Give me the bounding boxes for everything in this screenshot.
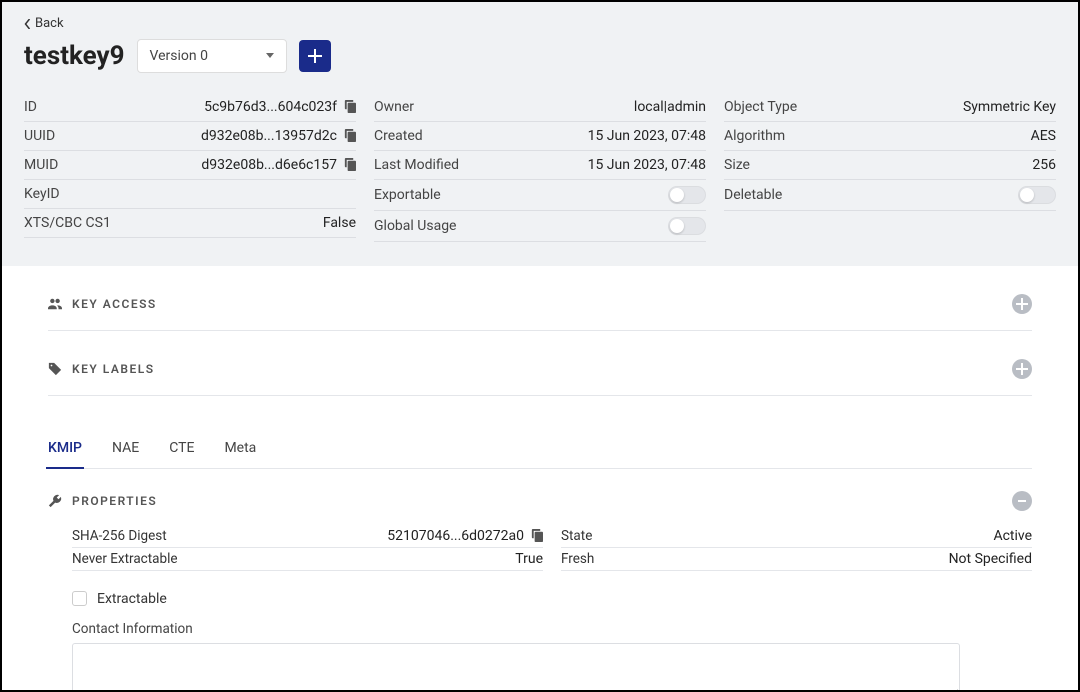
info-row: Object Type Symmetric Key (724, 93, 1056, 122)
toggle-switch[interactable] (1018, 186, 1056, 204)
info-row: Created 15 Jun 2023, 07:48 (374, 122, 706, 151)
copy-icon[interactable] (530, 529, 543, 542)
plus-icon (1016, 363, 1028, 375)
properties-col-1: SHA-256 Digest 52107046...6d0272a0 Never E… (72, 525, 543, 571)
plus-icon (308, 49, 322, 63)
property-label: State (561, 528, 592, 544)
users-icon (48, 297, 62, 311)
property-label: SHA-256 Digest (72, 528, 167, 544)
properties-title: PROPERTIES (72, 494, 157, 508)
wrench-icon (48, 494, 62, 508)
add-version-button[interactable] (299, 40, 331, 72)
info-value (668, 186, 706, 204)
tabs: KMIP NAE CTE Meta (48, 434, 1032, 469)
info-row: XTS/CBC CS1 False (24, 209, 356, 238)
info-label: Object Type (724, 99, 797, 115)
info-value: False (323, 215, 356, 231)
key-labels-section: KEY LABELS (48, 331, 1032, 396)
info-label: Created (374, 128, 423, 144)
info-row: MUID d932e08b...d6e6c157 (24, 151, 356, 180)
key-access-section: KEY ACCESS (48, 266, 1032, 331)
info-label: Size (724, 157, 750, 173)
info-row: Size 256 (724, 151, 1056, 180)
info-label: UUID (24, 128, 55, 144)
info-grid: ID 5c9b76d3...604c023f UUID d932e08b...1395… (2, 93, 1078, 266)
minus-icon (1016, 495, 1028, 507)
info-col-1: ID 5c9b76d3...604c023f UUID d932e08b...1395… (24, 93, 356, 242)
key-access-title: KEY ACCESS (72, 297, 157, 311)
extractable-label: Extractable (97, 591, 167, 607)
info-row: Global Usage (374, 211, 706, 242)
property-label: Never Extractable (72, 551, 178, 567)
info-row: UUID d932e08b...13957d2c (24, 122, 356, 151)
info-label: Exportable (374, 187, 441, 203)
info-row: Owner local|admin (374, 93, 706, 122)
info-row: ID 5c9b76d3...604c023f (24, 93, 356, 122)
info-value: local|admin (634, 99, 706, 115)
info-label: Last Modified (374, 157, 459, 173)
info-label: Algorithm (724, 128, 785, 144)
info-value: Symmetric Key (963, 99, 1056, 115)
info-value: AES (1031, 128, 1056, 144)
info-label: KeyID (24, 186, 60, 202)
add-key-access-button[interactable] (1012, 294, 1032, 314)
info-row: Last Modified 15 Jun 2023, 07:48 (374, 151, 706, 180)
info-col-3: Object Type Symmetric Key Algorithm AES Size… (724, 93, 1056, 242)
add-key-label-button[interactable] (1012, 359, 1032, 379)
caret-down-icon (266, 53, 274, 58)
copy-icon[interactable] (343, 100, 356, 113)
plus-icon (1016, 298, 1028, 310)
info-label: ID (24, 99, 37, 115)
contact-info-label: Contact Information (72, 621, 1032, 637)
info-row: Deletable (724, 180, 1056, 211)
property-row: Never Extractable True (72, 548, 543, 571)
info-value: 15 Jun 2023, 07:48 (588, 157, 706, 173)
contact-info-input[interactable] (72, 643, 960, 692)
property-value: True (515, 551, 543, 567)
info-label: MUID (24, 157, 58, 173)
version-select[interactable]: Version 0 (137, 39, 287, 73)
key-labels-title: KEY LABELS (72, 362, 155, 376)
info-row: KeyID (24, 180, 356, 209)
toggle-switch[interactable] (668, 217, 706, 235)
property-row: SHA-256 Digest 52107046...6d0272a0 (72, 525, 543, 548)
info-row: Algorithm AES (724, 122, 1056, 151)
version-label: Version 0 (150, 48, 208, 64)
info-value: d932e08b...d6e6c157 (201, 157, 356, 173)
info-col-2: Owner local|admin Created 15 Jun 2023, 07:4… (374, 93, 706, 242)
property-value: 52107046...6d0272a0 (387, 528, 543, 544)
info-label: Global Usage (374, 218, 456, 234)
back-label: Back (35, 16, 64, 31)
property-label: Fresh (561, 551, 594, 567)
info-label: Deletable (724, 187, 782, 203)
info-label: Owner (374, 99, 414, 115)
properties-col-2: State Active Fresh Not Specified (561, 525, 1032, 571)
property-row: Fresh Not Specified (561, 548, 1032, 571)
property-value: Active (993, 528, 1032, 544)
copy-icon[interactable] (343, 158, 356, 171)
collapse-properties-button[interactable] (1012, 491, 1032, 511)
tab-cte[interactable]: CTE (169, 434, 194, 468)
info-value (1018, 186, 1056, 204)
info-value: 15 Jun 2023, 07:48 (588, 128, 706, 144)
tag-icon (48, 362, 62, 376)
info-label: XTS/CBC CS1 (24, 215, 111, 231)
chevron-left-icon (24, 19, 31, 29)
info-value: d932e08b...13957d2c (201, 128, 356, 144)
info-value: 5c9b76d3...604c023f (204, 99, 356, 115)
copy-icon[interactable] (343, 129, 356, 142)
tab-nae[interactable]: NAE (112, 434, 139, 468)
property-row: State Active (561, 525, 1032, 548)
info-value (668, 217, 706, 235)
back-link[interactable]: Back (24, 16, 64, 31)
tab-meta[interactable]: Meta (224, 434, 256, 468)
info-row: Exportable (374, 180, 706, 211)
extractable-checkbox[interactable] (72, 591, 87, 606)
toggle-switch[interactable] (668, 186, 706, 204)
info-value: 256 (1032, 157, 1056, 173)
property-value: Not Specified (949, 551, 1032, 567)
page-title: testkey9 (24, 41, 125, 71)
tab-kmip[interactable]: KMIP (48, 434, 82, 468)
